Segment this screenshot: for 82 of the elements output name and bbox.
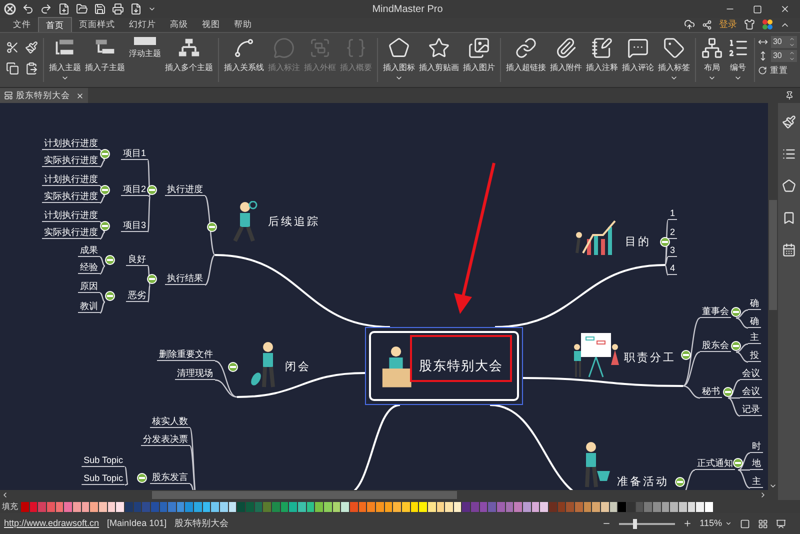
branch-topic[interactable]: 后续追踪 <box>268 215 320 229</box>
subtopic[interactable]: 成果 <box>78 245 100 257</box>
subtopic[interactable]: 计划执行进度 <box>42 138 100 150</box>
ribbon-button[interactable]: 插入评论 <box>620 33 656 86</box>
subtopic[interactable]: 2 <box>668 227 678 239</box>
ribbon-button[interactable]: 插入超链接 <box>504 33 548 86</box>
central-topic-text: 股东特别大会 <box>419 357 503 376</box>
subtopic[interactable]: 记录 <box>740 404 762 416</box>
subtopic[interactable]: 股东会 <box>700 340 731 352</box>
menu-tab[interactable]: 高级 <box>163 17 195 32</box>
login-link[interactable]: 登录 <box>719 18 737 32</box>
subtopic[interactable]: 项目1 <box>120 148 148 160</box>
ribbon-button[interactable]: 插入多个主题 <box>163 33 216 86</box>
menu-tab[interactable]: 幻灯片 <box>122 17 163 32</box>
branch-topic[interactable]: 准备活动 <box>617 475 669 489</box>
branch-topic[interactable]: 目的 <box>625 235 651 249</box>
subtopic[interactable]: Sub Topic <box>82 455 125 467</box>
selection-info: [MainIdea 101] <box>107 516 167 530</box>
menu-tab[interactable]: 文件 <box>6 17 38 32</box>
menu-tab[interactable]: 页面样式 <box>72 17 122 32</box>
ribbon-button[interactable]: 插入标签 <box>656 33 692 86</box>
subtopic[interactable]: 会议 <box>740 386 762 398</box>
branch-topic[interactable]: 职责分工 <box>624 351 676 365</box>
subtopic[interactable]: 执行结果 <box>165 273 205 285</box>
spacing-spinbox[interactable]: 30 <box>770 50 797 62</box>
menu-tab[interactable]: 帮助 <box>227 17 259 32</box>
subtopic[interactable]: 分发表决票 <box>141 434 190 446</box>
document-tab-title: 股东特别大会 <box>16 89 70 102</box>
subtopic[interactable]: 计划执行进度 <box>42 210 100 222</box>
ribbon-button[interactable]: 插入主题 <box>47 33 84 86</box>
subtopic[interactable]: 3 <box>668 245 678 257</box>
ribbon-button[interactable]: 编号 <box>725 33 751 86</box>
subtopic[interactable]: 投 <box>748 350 761 362</box>
document-name: 股东特别大会 <box>174 516 229 530</box>
subtopic[interactable]: 教训 <box>78 301 100 313</box>
subtopic[interactable]: 执行进度 <box>165 184 205 196</box>
spacing-spinbox[interactable]: 30 <box>770 36 797 48</box>
window-title: MindMaster Pro <box>372 2 443 16</box>
subtopic[interactable]: 时 <box>750 441 763 453</box>
subtopic[interactable]: 删除重要文件 <box>157 349 215 361</box>
ribbon-button[interactable]: 插入子主题 <box>83 33 128 86</box>
document-tab[interactable]: 股东特别大会 <box>0 88 88 103</box>
subtopic[interactable]: 实际执行进度 <box>42 191 100 203</box>
subtopic[interactable]: 董事会 <box>700 306 731 318</box>
subtopic[interactable]: 主 <box>750 476 763 488</box>
ribbon-button[interactable]: 布局 <box>699 33 725 86</box>
central-topic-frame[interactable]: 股东特别大会 <box>365 327 523 405</box>
ribbon-button[interactable]: 插入注释 <box>584 33 620 86</box>
subtopic[interactable]: Sub Topic <box>82 473 125 485</box>
subtopic[interactable]: 实际执行进度 <box>42 227 100 239</box>
website-link[interactable]: http://www.edrawsoft.cn <box>4 516 100 530</box>
branch-topic[interactable]: 闭会 <box>285 360 311 374</box>
menu-tab[interactable]: 视图 <box>195 17 227 32</box>
reset-button[interactable]: 重置 <box>758 64 797 77</box>
subtopic[interactable]: 1 <box>668 208 678 220</box>
subtopic[interactable]: 计划执行进度 <box>42 174 100 186</box>
subtopic[interactable]: 清理现场 <box>175 368 215 380</box>
subtopic[interactable]: 项目2 <box>120 184 148 196</box>
subtopic[interactable]: 会议 <box>740 368 762 380</box>
ribbon-button[interactable]: 插入附件 <box>548 33 584 86</box>
subtopic[interactable]: 4 <box>668 263 678 275</box>
ribbon-button[interactable]: 插入关系线 <box>222 33 266 86</box>
subtopic[interactable]: 核实人数 <box>150 416 190 428</box>
subtopic[interactable]: 确 <box>748 298 761 310</box>
subtopic[interactable]: 确 <box>748 316 761 328</box>
ribbon-button[interactable]: 浮动主题 <box>127 33 164 86</box>
subtopic[interactable]: 股东发言 <box>150 472 190 484</box>
fill-label: 填充 <box>2 500 18 512</box>
subtopic[interactable]: 实际执行进度 <box>42 155 100 167</box>
subtopic[interactable]: 主 <box>748 332 761 344</box>
subtopic[interactable]: 原因 <box>78 281 100 293</box>
subtopic[interactable]: 秘书 <box>700 386 722 398</box>
subtopic[interactable]: 地 <box>750 458 763 470</box>
subtopic[interactable]: 经验 <box>78 262 100 274</box>
menu-tab[interactable]: 首页 <box>38 17 72 32</box>
subtopic[interactable]: 项目3 <box>120 220 148 232</box>
ribbon-button[interactable]: 插入图片 <box>461 33 498 86</box>
subtopic[interactable]: 良好 <box>126 254 148 266</box>
ribbon-button[interactable]: 插入剪贴画 <box>417 33 462 86</box>
subtopic[interactable]: 恶劣 <box>126 290 148 302</box>
zoom-reading: 115% <box>700 516 722 530</box>
ribbon-button[interactable]: 插入图标 <box>381 33 418 86</box>
